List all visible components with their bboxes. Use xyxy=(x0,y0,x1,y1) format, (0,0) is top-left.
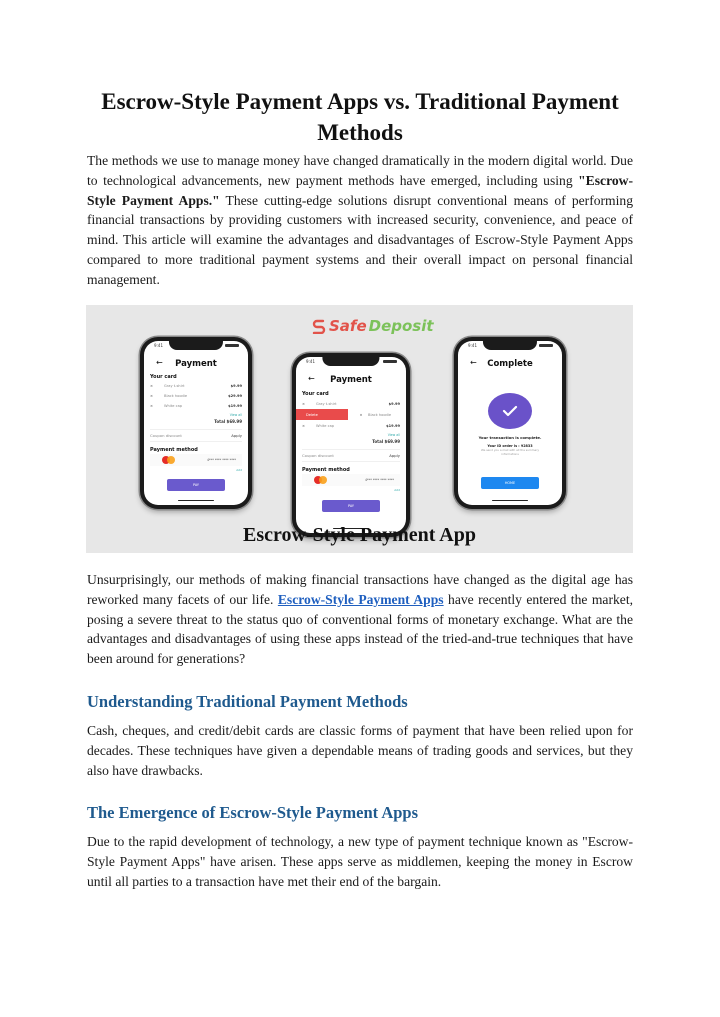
phone-complete: 9:41 ← Complete Your transaction is comp… xyxy=(454,337,566,509)
coupon-row: Coupon discount Apply xyxy=(150,429,242,442)
section-body-emergence: Due to the rapid development of technolo… xyxy=(87,834,633,889)
phone-screen: 9:41 ← Payment Your card × Gray t-shirt $9… xyxy=(144,341,248,505)
phone-screen: 9:41 ← Payment Your card × Gray t-shirt $9… xyxy=(296,357,406,533)
item-name: Gray t-shirt xyxy=(164,383,185,388)
item-price: $9.99 xyxy=(230,383,242,388)
cart-item: × White cap $19.99 xyxy=(150,401,242,410)
phone-screen: 9:41 ← Complete Your transaction is comp… xyxy=(458,341,562,505)
pay-button: PAY xyxy=(167,479,225,491)
hero-caption: Escrow-Style Payment App xyxy=(243,524,476,546)
total-label: Total $69.99 xyxy=(372,439,400,444)
your-card-label: Your card xyxy=(150,374,177,380)
section-body-traditional: Cash, cheques, and credit/debit cards ar… xyxy=(87,723,633,778)
phone-payment-1: 9:41 ← Payment Your card × Gray t-shirt $9… xyxy=(140,337,252,509)
status-time: 9:41 xyxy=(306,359,315,364)
paragraph-2: Unsurprisingly, our methods of making fi… xyxy=(87,570,633,669)
total-label: Total $69.99 xyxy=(214,419,242,424)
status-icons xyxy=(225,344,239,347)
view-all-link: View all xyxy=(229,413,242,417)
logo-deposit-text: Deposit xyxy=(368,317,434,335)
item-name: Black hoodie xyxy=(164,393,188,398)
logo-safe-text: Safe xyxy=(329,317,367,335)
safedeposit-logo: Safe Deposit xyxy=(311,317,434,335)
coupon-label: Coupon discount xyxy=(150,433,182,438)
card-number: 4*** **** **** **** xyxy=(365,478,394,482)
item-name: Gray t-shirt xyxy=(316,401,337,406)
item-name: White cap xyxy=(164,403,183,408)
card-number: 4*** **** **** **** xyxy=(207,458,236,462)
item-price: $19.99 xyxy=(386,423,400,428)
section-heading-traditional: Understanding Traditional Payment Method… xyxy=(87,692,408,711)
remove-icon: × xyxy=(150,403,154,408)
escrow-apps-link[interactable]: Escrow-Style Payment Apps xyxy=(278,592,444,607)
intro-text: The methods we use to manage money have … xyxy=(87,153,633,188)
phone-notch xyxy=(168,341,224,350)
item-price: $9.99 xyxy=(388,401,400,406)
success-check-icon xyxy=(488,393,532,429)
cart-item: × Gray t-shirt $9.99 xyxy=(302,399,400,408)
home-button: HOME xyxy=(481,477,539,489)
cart-item: × Black hoodie $29.99 xyxy=(150,391,242,400)
status-time: 9:41 xyxy=(154,343,163,348)
remove-icon: × xyxy=(150,393,154,398)
view-all-link: View all xyxy=(387,433,400,437)
card-row: 4*** **** **** **** xyxy=(302,474,400,486)
item-price: $19.99 xyxy=(228,403,242,408)
article-title: Escrow-Style Payment Apps vs. Traditiona… xyxy=(101,89,619,145)
screen-title: Complete xyxy=(487,359,533,369)
cart-item: × Gray t-shirt $9.99 xyxy=(150,381,242,390)
apply-label: Apply xyxy=(231,433,242,438)
home-indicator xyxy=(492,499,528,501)
remove-icon: × xyxy=(359,412,363,417)
section-heading-emergence: The Emergence of Escrow-Style Payment Ap… xyxy=(87,803,419,822)
remove-icon: × xyxy=(302,401,306,406)
phone-payment-2: 9:41 ← Payment Your card × Gray t-shirt $9… xyxy=(292,353,410,537)
phone-notch xyxy=(482,341,538,350)
mail-note: We send you a mail with all the summary … xyxy=(481,448,539,456)
cart-item: × White cap $19.99 xyxy=(302,421,400,430)
status-icons xyxy=(383,360,397,363)
add-card-link: Add xyxy=(236,468,242,472)
phone-notch xyxy=(322,357,380,366)
apply-label: Apply xyxy=(389,453,400,458)
your-card-label: Your card xyxy=(302,391,329,397)
item-name: White cap xyxy=(316,423,335,428)
add-card-link: Add xyxy=(394,488,400,492)
remove-icon: × xyxy=(150,383,154,388)
hero-image: Safe Deposit 9:41 ← Payment Your card × Gr… xyxy=(86,305,633,553)
coupon-label: Coupon discount xyxy=(302,453,334,458)
status-time: 9:41 xyxy=(468,343,477,348)
coupon-row: Coupon discount Apply xyxy=(302,449,400,462)
swiped-cart-item: Delete × Black hoodie xyxy=(296,409,400,420)
pay-button: PAY xyxy=(322,500,380,512)
mastercard-icon xyxy=(162,456,176,464)
delete-action: Delete xyxy=(296,409,348,420)
payment-method-label: Payment method xyxy=(150,447,198,453)
status-icons xyxy=(539,344,553,347)
payment-method-label: Payment method xyxy=(302,467,350,473)
screen-title: Payment xyxy=(330,375,372,385)
intro-paragraph: The methods we use to manage money have … xyxy=(87,151,633,290)
mastercard-icon xyxy=(314,476,328,484)
complete-message: Your transaction is complete. xyxy=(478,435,542,440)
item-price: $29.99 xyxy=(228,393,242,398)
screen-title: Payment xyxy=(175,359,217,369)
safedeposit-logo-icon xyxy=(312,319,326,334)
card-row: 4*** **** **** **** xyxy=(150,454,242,466)
home-indicator xyxy=(178,499,214,501)
item-name: Black hoodie xyxy=(368,412,392,417)
remove-icon: × xyxy=(302,423,306,428)
